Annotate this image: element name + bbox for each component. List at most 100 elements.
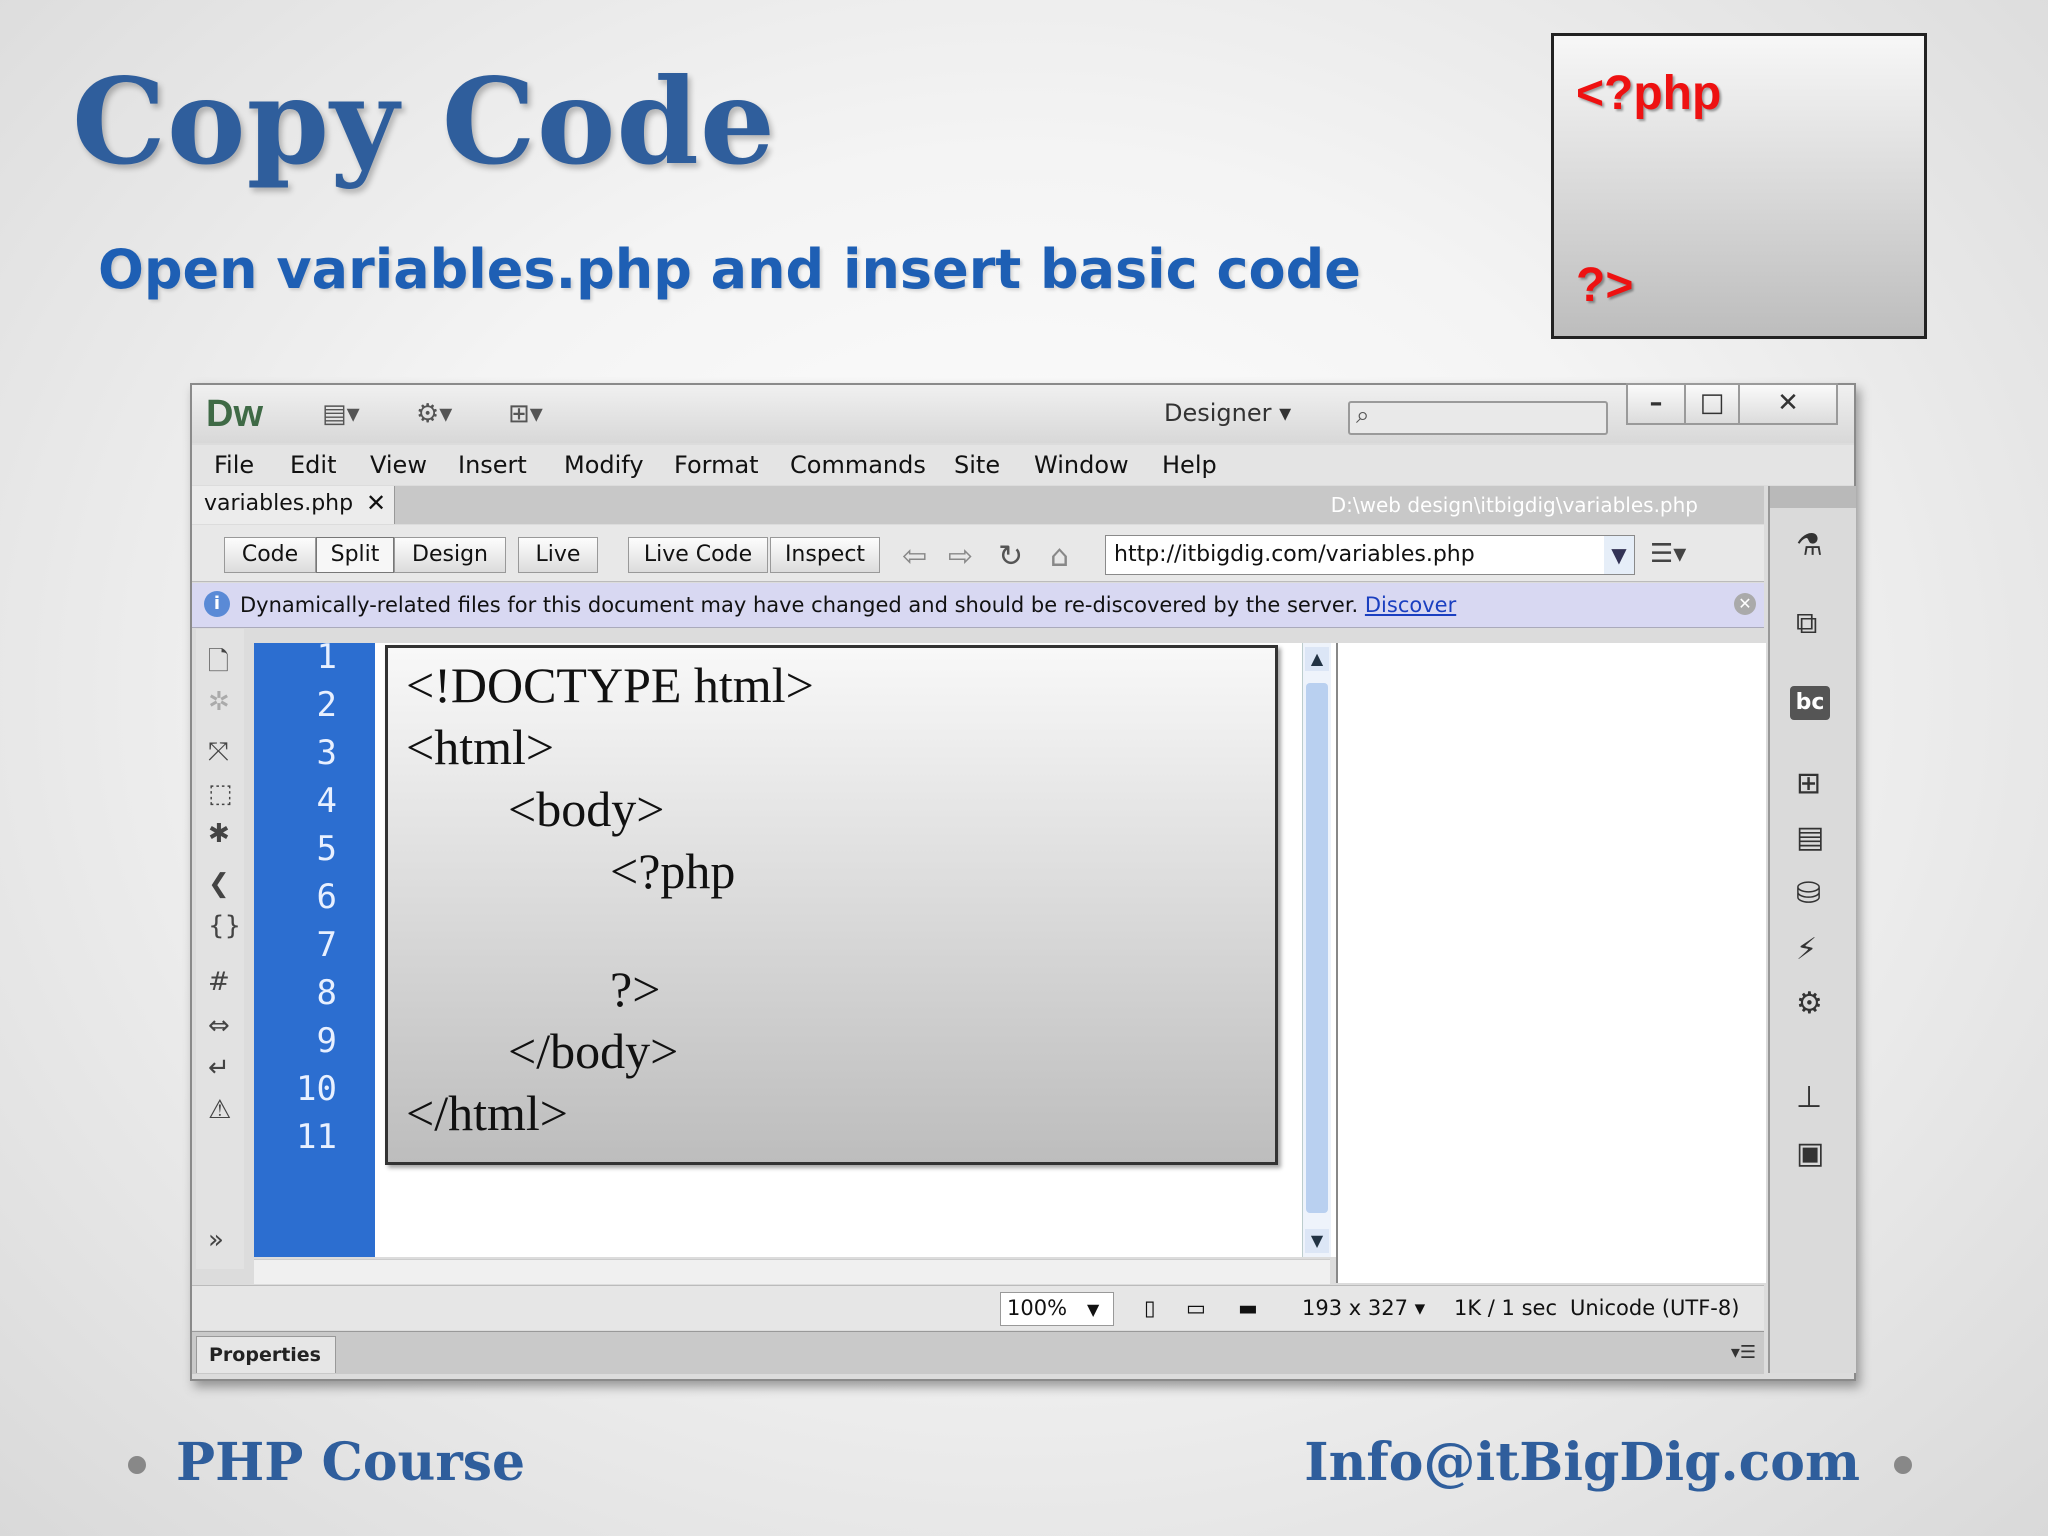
live-view-button[interactable]: Live: [518, 537, 598, 573]
code-line: ?>: [610, 961, 661, 1017]
server-behaviors-icon[interactable]: ⚡: [1796, 932, 1817, 967]
menu-site[interactable]: Site: [954, 451, 1000, 479]
vertical-scrollbar[interactable]: ▲ ▼: [1302, 643, 1331, 1257]
back-arrow-icon[interactable]: ⇦: [902, 539, 927, 574]
scroll-down-icon[interactable]: ▼: [1305, 1229, 1329, 1253]
tab-label: variables.php: [204, 491, 354, 516]
url-text: http://itbigdig.com/variables.php: [1114, 542, 1475, 567]
menu-window[interactable]: Window: [1034, 451, 1129, 479]
bindings-icon[interactable]: ⚙: [1796, 986, 1823, 1021]
chevron-down-icon[interactable]: ▼: [1604, 536, 1634, 574]
mobile-size-icon[interactable]: ▯: [1144, 1296, 1156, 1320]
properties-tab-label: Properties: [209, 1344, 321, 1366]
files-icon[interactable]: ⊥: [1796, 1080, 1822, 1115]
properties-tab[interactable]: Properties: [196, 1336, 336, 1373]
tab-variables-php[interactable]: variables.php ✕: [192, 486, 395, 524]
line-number: 3: [316, 733, 337, 773]
scroll-up-icon[interactable]: ▲: [1305, 647, 1329, 671]
highlight-invalid-code-icon[interactable]: ⇔: [208, 1011, 230, 1041]
menu-commands[interactable]: Commands: [790, 451, 926, 479]
php-open-tag: <?php: [1576, 67, 1722, 120]
bullet-right: [1894, 1456, 1912, 1474]
desktop-size-icon[interactable]: ▬: [1238, 1296, 1258, 1320]
refresh-icon[interactable]: ↻: [998, 539, 1023, 574]
line-number: 7: [316, 925, 337, 965]
layout-icon[interactable]: ▤▾: [322, 399, 360, 429]
help-search-input[interactable]: ⌕: [1348, 401, 1608, 435]
title-bar: Dw ▤▾ ⚙▾ ⊞▾ Designer ▾ ⌕ – □ ✕: [192, 383, 1854, 443]
zoom-select[interactable]: 100% ▼: [1000, 1292, 1114, 1326]
more-tools-icon[interactable]: »: [208, 1225, 224, 1255]
document-toolbar: Code Split Design Live Live Code Inspect…: [192, 525, 1764, 582]
line-number: 4: [316, 781, 337, 821]
databases-icon[interactable]: ⛁: [1796, 876, 1821, 911]
scroll-thumb[interactable]: [1306, 683, 1328, 1213]
line-number: 10: [296, 1069, 337, 1109]
close-info-icon[interactable]: ✕: [1734, 593, 1756, 615]
collapse-full-tag-icon[interactable]: ⤧: [208, 737, 229, 768]
insert-panel-icon[interactable]: ⚗: [1796, 528, 1823, 563]
forward-arrow-icon[interactable]: ⇨: [948, 539, 973, 574]
slide-subtitle: Open variables.php and insert basic code: [98, 238, 1361, 301]
tag-inspector-icon[interactable]: ▤: [1796, 820, 1824, 855]
expand-all-icon[interactable]: ✱: [208, 819, 230, 849]
view-options-icon[interactable]: ☰▾: [1650, 539, 1686, 569]
code-view-button[interactable]: Code: [224, 537, 316, 573]
open-documents-icon[interactable]: 🗋: [208, 643, 229, 687]
search-icon: ⌕: [1356, 401, 1370, 429]
word-wrap-icon[interactable]: ↵: [208, 1053, 230, 1083]
php-snippet-box: <?php ?>: [1551, 33, 1927, 339]
line-number: 2: [316, 685, 337, 725]
select-parent-tag-icon[interactable]: ❮: [208, 869, 230, 899]
tablet-size-icon[interactable]: ▭: [1186, 1296, 1206, 1320]
workspace-switcher[interactable]: Designer ▾: [1164, 399, 1291, 427]
css-styles-icon[interactable]: ⧉: [1796, 606, 1817, 641]
maximize-button[interactable]: □: [1684, 383, 1740, 425]
collapse-panels-icon[interactable]: [1770, 486, 1856, 508]
line-numbers-icon[interactable]: #: [208, 967, 230, 997]
assets-icon[interactable]: ▣: [1796, 1136, 1824, 1171]
code-line: <?php: [610, 843, 736, 899]
business-catalyst-icon[interactable]: bc: [1790, 686, 1830, 720]
dw-logo: Dw: [206, 393, 263, 435]
menu-view[interactable]: View: [370, 451, 427, 479]
split-view-button[interactable]: Split: [316, 537, 394, 573]
balance-braces-icon[interactable]: {}: [208, 911, 241, 941]
syntax-error-alerts-icon[interactable]: ⚠: [208, 1095, 231, 1125]
inspect-button[interactable]: Inspect: [770, 537, 880, 573]
ap-elements-icon[interactable]: ⊞: [1796, 766, 1821, 801]
code-snippet-overlay: <!DOCTYPE html> <html> <body> <?php ?> <…: [385, 645, 1278, 1165]
info-message: Dynamically-related files for this docum…: [240, 593, 1456, 617]
address-bar[interactable]: http://itbigdig.com/variables.php ▼: [1105, 535, 1635, 575]
coding-toolbar: 🗋 ✲ ⤧ ⬚ ✱ ❮ {} # ⇔ ↵ ⚠ »: [196, 629, 244, 1269]
panel-dock: ⚗ ⧉ bc ⊞ ▤ ⛁ ⚡ ⚙ ⊥ ▣: [1768, 486, 1856, 1373]
show-code-navigator-icon[interactable]: ✲: [208, 687, 230, 717]
menu-format[interactable]: Format: [674, 451, 759, 479]
menu-insert[interactable]: Insert: [458, 451, 527, 479]
code-line: </body>: [508, 1023, 679, 1079]
footer-email: Info@itBigDig.com: [1304, 1432, 1860, 1493]
code-line: <html>: [406, 719, 555, 775]
home-icon[interactable]: ⌂: [1050, 539, 1069, 574]
design-view-button[interactable]: Design: [394, 537, 506, 573]
window-size[interactable]: 193 x 327 ▾: [1302, 1296, 1425, 1320]
menu-help[interactable]: Help: [1162, 451, 1217, 479]
discover-link[interactable]: Discover: [1365, 593, 1456, 617]
window-size-text: 193 x 327: [1302, 1296, 1408, 1320]
menu-bar: File Edit View Insert Modify Format Comm…: [192, 445, 1854, 485]
close-button[interactable]: ✕: [1738, 383, 1838, 425]
slide-title: Copy Code: [72, 52, 776, 191]
menu-edit[interactable]: Edit: [290, 451, 336, 479]
live-code-button[interactable]: Live Code: [628, 537, 768, 573]
collapse-selection-icon[interactable]: ⬚: [208, 779, 233, 809]
menu-file[interactable]: File: [214, 451, 254, 479]
gear-icon[interactable]: ⚙▾: [416, 399, 452, 429]
panel-menu-icon[interactable]: ▾☰: [1731, 1342, 1756, 1363]
line-number: 1: [316, 637, 337, 677]
design-view-pane[interactable]: [1336, 643, 1766, 1283]
menu-modify[interactable]: Modify: [564, 451, 644, 479]
minimize-button[interactable]: –: [1626, 383, 1686, 425]
close-tab-icon[interactable]: ✕: [366, 489, 386, 517]
sitemap-icon[interactable]: ⊞▾: [508, 399, 543, 429]
horizontal-scrollbar[interactable]: [254, 1259, 1330, 1284]
